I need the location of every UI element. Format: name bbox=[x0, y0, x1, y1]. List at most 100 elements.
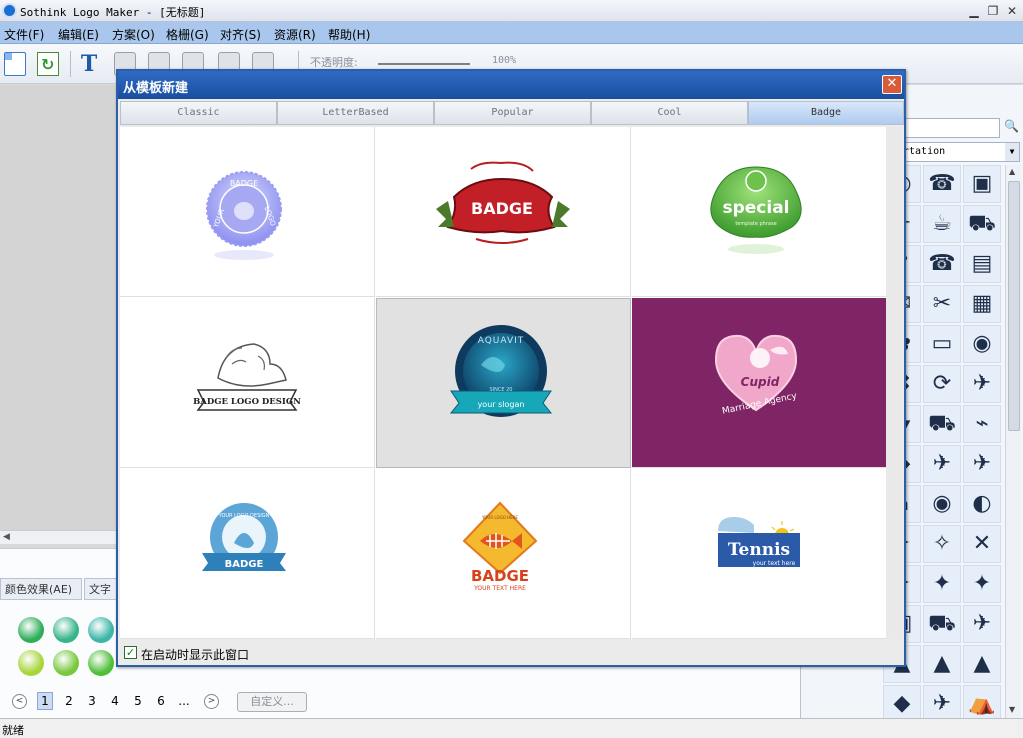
shape-icon[interactable]: ✦ bbox=[963, 565, 1001, 603]
fish-badge-logo: BADGE YOUR TEXT HERE YOUR LOGO HERE bbox=[462, 501, 538, 592]
menu-file[interactable]: 文件(F) bbox=[4, 26, 44, 43]
template-tennis-badge[interactable]: Tennis your text here bbox=[632, 469, 887, 639]
shape-icon[interactable]: ⛟ bbox=[963, 205, 1001, 243]
scroll-down-icon[interactable]: ▼ bbox=[1009, 705, 1015, 714]
aquavit-slogan: your slogan bbox=[478, 400, 525, 409]
template-special-badge[interactable]: special template phrase bbox=[632, 127, 887, 297]
page-3[interactable]: 3 bbox=[84, 694, 100, 708]
shape-icon[interactable]: ▲ bbox=[923, 645, 961, 683]
dialog-title: 从模板新建 bbox=[123, 81, 189, 96]
template-badge-ribbon[interactable]: BADGE bbox=[376, 127, 631, 297]
shape-icon[interactable]: ▲ bbox=[963, 645, 1001, 683]
shape-icon[interactable]: ▣ bbox=[963, 165, 1001, 203]
color-swatch[interactable] bbox=[88, 650, 114, 676]
toolbar-separator bbox=[70, 51, 71, 77]
next-page-icon[interactable]: > bbox=[204, 694, 219, 709]
template-cupid-badge[interactable]: Cupid Marriage Agency bbox=[632, 298, 887, 468]
cupid-title: Cupid bbox=[741, 375, 780, 389]
template-your-logo-design-badge[interactable]: YOUR LOGO DESIGN BADGE bbox=[120, 469, 375, 639]
color-swatch[interactable] bbox=[53, 617, 79, 643]
status-text: 就绪 bbox=[2, 724, 24, 737]
menu-edit[interactable]: 编辑(E) bbox=[58, 26, 99, 43]
scroll-up-icon[interactable]: ▲ bbox=[1009, 167, 1015, 176]
shape-icon[interactable]: ◐ bbox=[963, 485, 1001, 523]
text-tool-icon[interactable]: T bbox=[78, 52, 100, 76]
tennis-subtitle: your text here bbox=[753, 560, 796, 567]
shape-search-input[interactable] bbox=[890, 118, 1000, 138]
shape-icon[interactable]: ✧ bbox=[923, 525, 961, 563]
tab-cool[interactable]: Cool bbox=[591, 101, 748, 125]
close-button[interactable]: ✕ bbox=[1004, 3, 1020, 19]
shape-icon[interactable]: ▤ bbox=[963, 245, 1001, 283]
shape-icon[interactable]: ☕ bbox=[923, 205, 961, 243]
page-2[interactable]: 2 bbox=[61, 694, 77, 708]
tab-badge[interactable]: Badge bbox=[748, 101, 904, 125]
restore-button[interactable]: ❐ bbox=[985, 3, 1001, 19]
shape-icon[interactable]: ◉ bbox=[923, 485, 961, 523]
scroll-left-icon[interactable]: ◀ bbox=[3, 532, 10, 542]
shape-icon[interactable]: ⛟ bbox=[923, 605, 961, 643]
menu-scheme[interactable]: 方案(O) bbox=[112, 26, 155, 43]
color-swatch[interactable] bbox=[53, 650, 79, 676]
shape-icon[interactable]: ⌁ bbox=[963, 405, 1001, 443]
shape-icon[interactable]: ✈ bbox=[963, 445, 1001, 483]
shape-category-value: rtation bbox=[903, 146, 946, 157]
tab-popular[interactable]: Popular bbox=[434, 101, 591, 125]
menu-align[interactable]: 对齐(S) bbox=[220, 26, 261, 43]
tab-text[interactable]: 文字 bbox=[84, 578, 118, 600]
tab-color-effects[interactable]: 颜色效果(AE) bbox=[0, 578, 82, 600]
shape-icon[interactable]: ⛺ bbox=[963, 685, 1001, 718]
shape-icon[interactable]: ✈ bbox=[963, 365, 1001, 403]
color-swatch[interactable] bbox=[18, 617, 44, 643]
page-ellipsis: ... bbox=[178, 694, 190, 708]
shape-icon[interactable]: ✈ bbox=[923, 445, 961, 483]
shape-icon[interactable]: ✂ bbox=[923, 285, 961, 323]
tab-classic[interactable]: Classic bbox=[120, 101, 277, 125]
search-icon[interactable]: 🔍 bbox=[1004, 119, 1020, 137]
prev-page-icon[interactable]: < bbox=[12, 694, 27, 709]
menu-resources[interactable]: 资源(R) bbox=[274, 26, 316, 43]
template-fish-badge[interactable]: BADGE YOUR TEXT HERE YOUR LOGO HERE bbox=[376, 469, 631, 639]
dialog-close-button[interactable]: ✕ bbox=[882, 75, 902, 94]
shape-icon[interactable]: ◆ bbox=[883, 685, 921, 718]
color-swatch[interactable] bbox=[88, 617, 114, 643]
page-4[interactable]: 4 bbox=[107, 694, 123, 708]
dialog-scrollbar[interactable] bbox=[886, 127, 902, 639]
show-on-startup-checkbox[interactable]: ✓ bbox=[124, 646, 137, 659]
shape-icon[interactable]: ⛟ bbox=[923, 405, 961, 443]
shape-icon[interactable]: ✕ bbox=[963, 525, 1001, 563]
window-title: Sothink Logo Maker - [无标题] bbox=[20, 6, 206, 19]
fish-badge-subtitle: YOUR TEXT HERE bbox=[473, 585, 526, 592]
cupid-badge-logo: Cupid Marriage Agency bbox=[714, 334, 798, 417]
shape-icon[interactable]: ⟳ bbox=[923, 365, 961, 403]
shape-icon[interactable]: ▦ bbox=[963, 285, 1001, 323]
special-text: special bbox=[722, 198, 789, 218]
custom-button[interactable]: 自定义... bbox=[237, 692, 307, 712]
page-6[interactable]: 6 bbox=[153, 694, 169, 708]
dialog-title-bar: 从模板新建 ✕ bbox=[118, 71, 904, 99]
template-badge-seal[interactable]: BADGE LOGO YOUR bbox=[120, 127, 375, 297]
tab-letterbased[interactable]: LetterBased bbox=[277, 101, 434, 125]
shape-category-select[interactable]: rtation ▼ bbox=[890, 142, 1020, 162]
template-aquavit-badge[interactable]: AQUAVIT your slogan SINCE 20 bbox=[376, 298, 631, 468]
shape-vertical-scrollbar[interactable]: ▲ ▼ bbox=[1005, 165, 1021, 718]
shape-icon[interactable]: ✈ bbox=[963, 605, 1001, 643]
new-file-icon[interactable] bbox=[4, 52, 26, 76]
shape-icon[interactable]: ▭ bbox=[923, 325, 961, 363]
shape-icon[interactable]: ✈ bbox=[923, 685, 961, 718]
open-template-icon[interactable] bbox=[37, 52, 59, 76]
chevron-down-icon[interactable]: ▼ bbox=[1005, 143, 1019, 161]
menu-grid[interactable]: 格栅(G) bbox=[166, 26, 209, 43]
shape-icon[interactable]: ◉ bbox=[963, 325, 1001, 363]
minimize-button[interactable]: ▁ bbox=[966, 3, 982, 19]
opacity-slider[interactable] bbox=[378, 63, 470, 65]
scroll-thumb[interactable] bbox=[1008, 181, 1020, 431]
page-1[interactable]: 1 bbox=[37, 692, 53, 710]
shape-icon[interactable]: ✦ bbox=[923, 565, 961, 603]
template-lion-badge[interactable]: BADGE LOGO DESIGN bbox=[120, 298, 375, 468]
page-5[interactable]: 5 bbox=[130, 694, 146, 708]
shape-icon[interactable]: ☎ bbox=[923, 165, 961, 203]
shape-icon[interactable]: ☎ bbox=[923, 245, 961, 283]
menu-help[interactable]: 帮助(H) bbox=[328, 26, 370, 43]
color-swatch[interactable] bbox=[18, 650, 44, 676]
